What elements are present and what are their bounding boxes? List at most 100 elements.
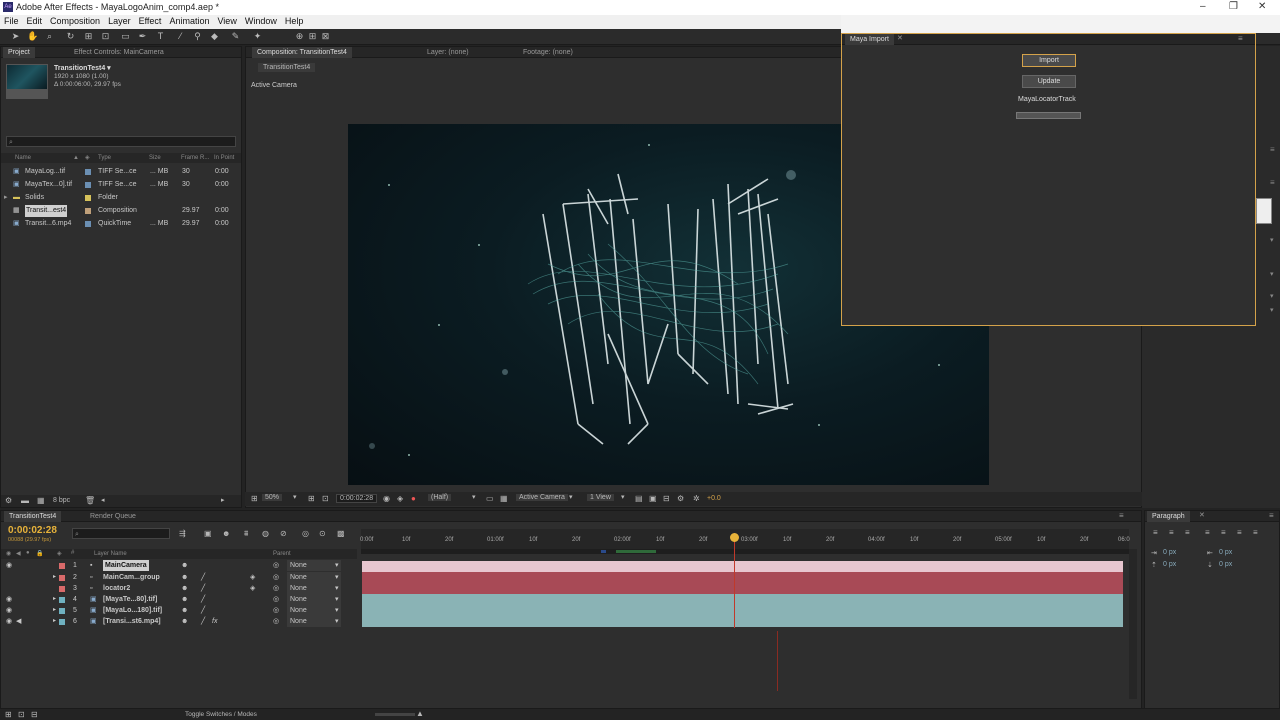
dropdown-arrow-icon[interactable]: ▾ [472,493,476,501]
vertical-scrollbar[interactable] [1129,549,1137,699]
label-swatch[interactable] [85,182,91,188]
dropdown-arrow-icon[interactable]: ▾ [335,560,339,571]
pickwhip-icon[interactable]: ◎ [273,583,279,594]
label-column-icon[interactable]: ◈ [57,550,62,557]
new-composition-icon[interactable]: ▦ [37,496,45,505]
dropdown-arrow-icon[interactable]: ▾ [335,605,339,616]
project-search-input[interactable]: ⌕ [6,136,236,147]
axis-world-icon[interactable]: ⊞ [307,31,318,42]
quality-switch-icon[interactable]: ╱ [201,605,205,616]
safe-zones-icon[interactable]: ⊞ [308,494,315,503]
clone-stamp-tool-icon[interactable]: ⚲ [192,31,203,42]
transparency-grid-icon[interactable]: ▦ [500,494,508,503]
parent-select[interactable]: None [287,594,341,605]
pan-behind-tool-icon[interactable]: ⊡ [100,31,111,42]
menu-edit[interactable]: Edit [23,15,47,26]
tab-project[interactable]: Project [3,47,35,58]
dropdown-arrow-icon[interactable]: ▾ [335,583,339,594]
menu-window[interactable]: Window [241,15,281,26]
eraser-tool-icon[interactable]: ◆ [209,31,220,42]
always-preview-icon[interactable]: ⊞ [251,494,258,503]
layer-row[interactable]: ◉ ▸ 5 ▣ [MayaLo...180].tif] ☻ ╱ ◎ None ▾ [1,605,357,616]
resolution-select[interactable]: (Half) [428,494,452,501]
interpret-footage-icon[interactable]: ⚙ [5,496,12,505]
shy-icon[interactable]: ☻ [181,560,188,571]
tab-paragraph[interactable]: Paragraph [1147,511,1190,522]
grid-icon[interactable]: ⊡ [322,494,329,503]
scroll-left-icon[interactable]: ◂ [101,496,105,504]
label-swatch[interactable] [85,169,91,175]
restore-icon[interactable]: ❐ [1229,1,1238,12]
audio-icon[interactable]: ◀ [16,616,21,627]
align-right-icon[interactable]: ≡ [1185,528,1190,537]
project-item[interactable]: ▣ MayaTex...0].tif TIFF Se...ce ... MB 3… [1,179,241,191]
layer-bar[interactable] [362,561,1123,572]
exposure-icon[interactable]: ✲ [693,494,700,503]
panel-menu-icon[interactable]: ≡ [1119,511,1124,520]
quality-switch-icon[interactable]: ╱ [201,594,205,605]
transfer-controls-icon[interactable]: ⊡ [18,710,25,719]
expand-triangle-icon[interactable]: ▸ [53,594,56,605]
pickwhip-icon[interactable]: ◎ [273,572,279,583]
dropdown-arrow-icon[interactable]: ▾ [335,572,339,583]
quality-switch-icon[interactable]: ╱ [201,583,205,594]
label-swatch[interactable] [85,208,91,214]
chevron-down-icon[interactable]: ▾ [1270,236,1274,244]
fast-previews-icon[interactable]: ▣ [649,494,657,503]
parent-select[interactable]: None [287,583,341,594]
align-left-icon[interactable]: ≡ [1153,528,1158,537]
auto-keyframe-icon[interactable]: ◎ [302,529,309,538]
quality-switch-icon[interactable]: ╱ [201,572,205,583]
dropdown-arrow-icon[interactable]: ▾ [621,493,625,501]
label-swatch[interactable] [59,563,65,569]
timeline-timecode[interactable]: 0:00:02:28 [8,525,57,536]
minimize-icon[interactable]: – [1200,1,1206,12]
lock-switch-icon[interactable]: 🔒 [36,550,43,557]
rotate-tool-icon[interactable]: ↻ [65,31,76,42]
3d-layer-icon[interactable]: ◈ [250,572,255,583]
shy-icon[interactable]: ☻ [181,572,188,583]
layer-row[interactable]: ◉ ▸ 4 ▣ [MayaTe...80].tif] ☻ ╱ ◎ None ▾ [1,594,357,605]
indent-right-field[interactable]: 0 px [1219,549,1232,556]
dropdown-arrow-icon[interactable]: ▾ [335,616,339,627]
align-center-icon[interactable]: ≡ [1169,528,1174,537]
label-column-icon[interactable]: ◈ [85,154,90,161]
dropdown-arrow-icon[interactable]: ▾ [335,594,339,605]
new-folder-icon[interactable]: ▬ [21,496,29,505]
zoom-in-icon[interactable]: ▲ [416,709,424,718]
col-frame-rate[interactable]: Frame R... [181,155,209,161]
project-item[interactable]: ▸ ▬ Solids Folder [1,192,241,204]
chevron-down-icon[interactable]: ▾ [1270,270,1274,278]
dropdown-arrow-icon[interactable]: ▾ [293,493,297,501]
hide-shy-layers-icon[interactable]: ☻ [222,529,230,538]
panel-menu-icon[interactable]: ≡ [1270,178,1275,187]
work-area-bar[interactable] [361,549,1129,554]
menu-effect[interactable]: Effect [135,15,166,26]
dropdown-arrow-icon[interactable]: ▾ [569,493,573,501]
timeline-search-input[interactable]: ⌕ [72,528,170,539]
audio-switch-icon[interactable]: ◀ [16,550,21,557]
justify-all-icon[interactable]: ≡ [1253,528,1258,537]
camera-tool-icon[interactable]: ⊞ [83,31,94,42]
layer-bar[interactable] [362,572,1123,583]
expand-triangle-icon[interactable]: ▸ [53,605,56,616]
live-update-icon[interactable]: ▩ [337,529,345,538]
3d-layer-icon[interactable]: ◈ [250,583,255,594]
brainstorm-icon[interactable]: ⊘ [280,529,287,538]
label-swatch[interactable] [59,575,65,581]
view-layout-select[interactable]: 1 View [587,494,614,501]
video-switch-icon[interactable]: ◉ [6,550,11,557]
panel-menu-icon[interactable]: ≡ [1270,145,1275,154]
effects-switch-icon[interactable]: fx [212,616,217,627]
shy-icon[interactable]: ☻ [181,605,188,616]
eye-icon[interactable]: ◉ [6,594,12,605]
comp-name[interactable]: TransitionTest4 ▾ [54,64,111,72]
col-layer-name[interactable]: Layer Name [94,551,127,557]
shy-icon[interactable]: ☻ [181,583,188,594]
shy-icon[interactable]: ☻ [181,616,188,627]
update-button[interactable]: Update [1022,75,1076,88]
layer-bar[interactable] [362,616,1123,627]
playhead-line[interactable] [734,533,735,628]
import-button[interactable]: Import [1022,54,1076,67]
type-tool-icon[interactable]: T [155,31,166,42]
